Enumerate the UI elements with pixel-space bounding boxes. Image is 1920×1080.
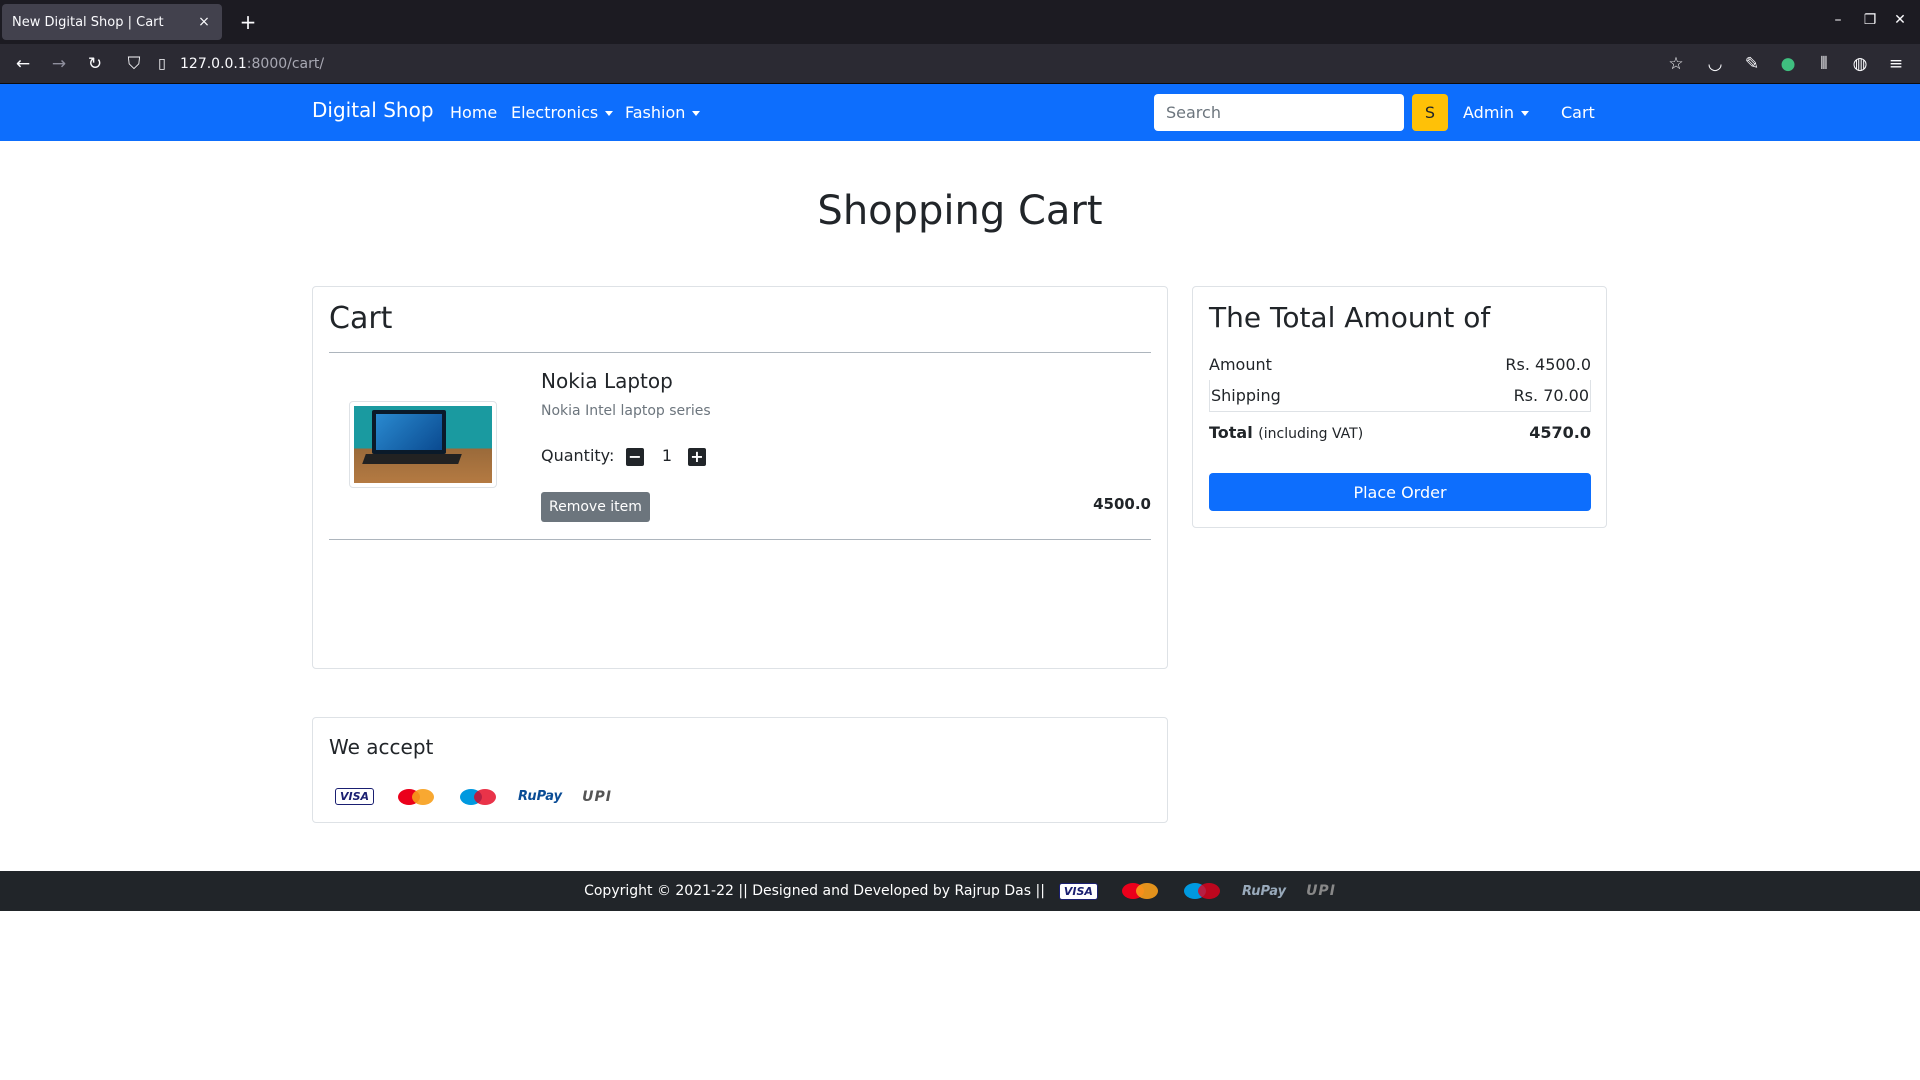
payment-methods-card: We accept VISA RuPay UPI	[312, 717, 1168, 823]
maestro-icon	[1180, 883, 1222, 899]
summary-heading: The Total Amount of	[1209, 301, 1491, 334]
product-image	[349, 401, 497, 488]
page-icon: ▯	[158, 56, 166, 72]
menu-icon[interactable]: ≡	[1884, 52, 1908, 76]
total-note: (including VAT)	[1258, 426, 1364, 442]
extension-icon[interactable]: ●	[1776, 52, 1800, 76]
tab-title: New Digital Shop | Cart	[12, 14, 164, 30]
amount-label: Amount	[1209, 354, 1272, 374]
payment-icons: VISA RuPay UPI	[335, 788, 612, 805]
window-close-icon[interactable]: ✕	[1888, 12, 1912, 28]
chevron-down-icon	[692, 111, 701, 116]
forward-icon[interactable]: →	[47, 52, 71, 76]
shipping-value: Rs. 70.00	[1513, 386, 1589, 405]
upi-icon: UPI	[582, 788, 612, 805]
bookmark-star-icon[interactable]: ☆	[1664, 52, 1688, 76]
nav-admin-label: Admin	[1463, 103, 1514, 122]
divider	[329, 352, 1151, 353]
visa-icon: VISA	[1058, 882, 1098, 900]
visa-icon: VISA	[335, 788, 375, 805]
rupay-icon: RuPay	[518, 789, 563, 804]
quantity-increase-icon[interactable]: +	[688, 448, 706, 466]
rupay-icon: RuPay	[1241, 883, 1287, 899]
url-path: :8000/cart/	[246, 56, 325, 72]
pocket-icon[interactable]: ◡	[1703, 52, 1727, 76]
amount-row: Amount Rs. 4500.0	[1209, 348, 1591, 380]
site-navbar: Digital Shop Home Electronics Fashion S …	[0, 84, 1920, 141]
tab-close-icon[interactable]: ×	[196, 14, 212, 30]
nav-electronics-label: Electronics	[511, 103, 599, 122]
url-host: 127.0.0.1	[180, 56, 247, 72]
chevron-down-icon	[605, 111, 614, 116]
browser-toolbar: ← → ↻ ⛉ ▯ 127.0.0.1:8000/cart/ ☆ ◡ ✎ ● ⫴…	[0, 44, 1920, 84]
quantity-label: Quantity:	[541, 446, 615, 465]
amount-value: Rs. 4500.0	[1505, 354, 1591, 374]
search-button[interactable]: S	[1412, 94, 1448, 131]
account-icon[interactable]: ◍	[1848, 52, 1872, 76]
minimize-icon[interactable]: –	[1826, 12, 1850, 28]
back-icon[interactable]: ←	[11, 52, 35, 76]
browser-tab-bar: New Digital Shop | Cart × + – ❐ ✕	[0, 0, 1920, 44]
footer: Copyright © 2021-22 || Designed and Deve…	[0, 871, 1920, 911]
shipping-row: Shipping Rs. 70.00	[1209, 380, 1591, 412]
cart-heading: Cart	[329, 301, 393, 336]
nav-fashion-dropdown[interactable]: Fashion	[625, 103, 701, 122]
maestro-icon	[456, 788, 498, 805]
library-icon[interactable]: ⫴	[1812, 52, 1836, 76]
search-input[interactable]	[1154, 94, 1404, 131]
place-order-button[interactable]: Place Order	[1209, 473, 1591, 511]
upi-icon: UPI	[1306, 883, 1336, 899]
new-tab-icon[interactable]: +	[236, 10, 260, 34]
url-bar[interactable]: 127.0.0.1:8000/cart/	[180, 50, 1740, 78]
remove-item-button[interactable]: Remove item	[541, 492, 650, 522]
nav-home[interactable]: Home	[450, 103, 497, 122]
footer-payment-icons: VISA RuPay UPI	[1058, 882, 1336, 900]
product-description: Nokia Intel laptop series	[541, 403, 711, 419]
page-title: Shopping Cart	[817, 188, 1103, 234]
nav-fashion-label: Fashion	[625, 103, 686, 122]
total-row: Total (including VAT) 4570.0	[1209, 423, 1591, 442]
mastercard-icon	[1118, 883, 1160, 899]
laptop-image	[354, 406, 492, 483]
quantity-value: 1	[661, 446, 673, 465]
total-label: Total	[1209, 423, 1253, 442]
item-price: 4500.0	[1093, 495, 1151, 513]
chevron-down-icon	[1521, 111, 1529, 116]
quantity-decrease-icon[interactable]: −	[626, 448, 644, 466]
order-summary-card: The Total Amount of Amount Rs. 4500.0 Sh…	[1192, 286, 1607, 528]
restore-icon[interactable]: ❐	[1858, 12, 1882, 28]
shield-icon[interactable]: ⛉	[122, 52, 146, 76]
browser-tab[interactable]: New Digital Shop | Cart ×	[2, 4, 222, 40]
mastercard-icon	[394, 788, 436, 805]
footer-text: Copyright © 2021-22 || Designed and Deve…	[584, 883, 1045, 899]
reload-icon[interactable]: ↻	[83, 52, 107, 76]
product-name[interactable]: Nokia Laptop	[541, 369, 673, 393]
shipping-label: Shipping	[1211, 386, 1281, 405]
nav-electronics-dropdown[interactable]: Electronics	[511, 103, 614, 122]
nav-admin-dropdown[interactable]: Admin	[1463, 103, 1529, 122]
nav-cart[interactable]: Cart	[1561, 103, 1595, 122]
cart-card: Cart Nokia Laptop Nokia Intel laptop ser…	[312, 286, 1168, 669]
divider	[329, 539, 1151, 540]
accept-heading: We accept	[329, 735, 434, 759]
wrench-icon[interactable]: ✎	[1740, 52, 1764, 76]
brand-link[interactable]: Digital Shop	[312, 98, 434, 122]
total-value: 4570.0	[1529, 423, 1591, 442]
